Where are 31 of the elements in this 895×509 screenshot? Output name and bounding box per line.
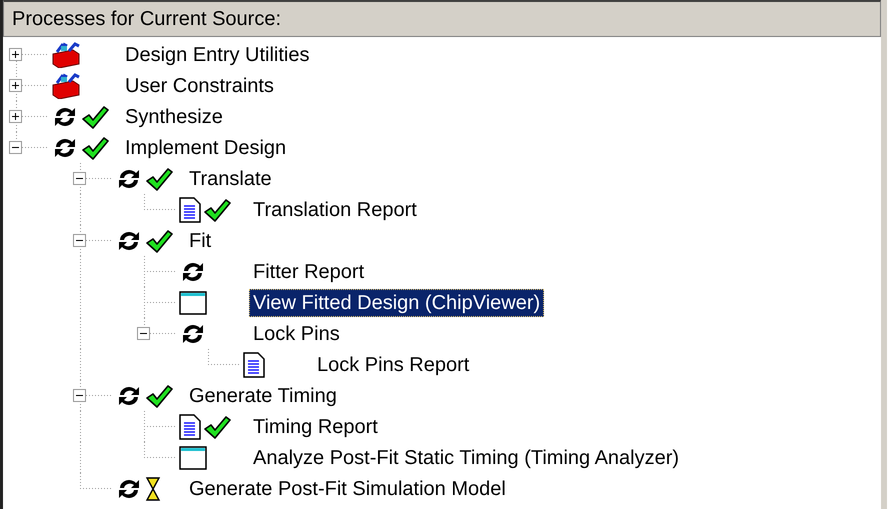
expand-icon[interactable] xyxy=(9,110,22,123)
window-icon xyxy=(179,446,207,470)
document-icon xyxy=(243,352,265,378)
document-icon xyxy=(179,196,201,222)
tree-item[interactable]: Lock Pins xyxy=(249,320,344,348)
window-icon xyxy=(179,290,207,314)
collapse-icon[interactable] xyxy=(9,141,22,154)
panel-title: Processes for Current Source: xyxy=(12,8,281,30)
expand-icon[interactable] xyxy=(9,48,22,61)
collapse-icon[interactable] xyxy=(73,234,86,247)
tree-item[interactable]: Implement Design xyxy=(121,134,290,162)
tree-item[interactable]: Fit xyxy=(185,226,216,254)
toolbox-icon xyxy=(51,72,81,98)
tree-item[interactable]: Translate xyxy=(185,164,276,192)
tree-item[interactable]: Synthesize xyxy=(121,102,227,130)
tree-item[interactable]: Lock Pins Report xyxy=(313,350,474,378)
tree-item[interactable]: Fitter Report xyxy=(249,258,368,286)
collapse-icon[interactable] xyxy=(137,327,150,340)
tree-item[interactable]: Generate Timing xyxy=(185,382,341,410)
tree-item[interactable]: Analyze Post-Fit Static Timing (Timing Analyzer) xyxy=(249,444,684,472)
tree-item[interactable]: Generate Post-Fit Simulation Model xyxy=(185,474,510,502)
tree-item[interactable]: View Fitted Design (ChipViewer) xyxy=(249,288,544,316)
tree-item[interactable]: Timing Report xyxy=(249,412,382,440)
tree-item[interactable]: Design Entry Utilities xyxy=(121,40,314,68)
toolbox-icon xyxy=(51,42,81,68)
tree-item[interactable]: Translation Report xyxy=(249,196,421,224)
collapse-icon[interactable] xyxy=(73,389,86,402)
collapse-icon[interactable] xyxy=(73,172,86,185)
document-icon xyxy=(179,414,201,440)
tree-item[interactable]: User Constraints xyxy=(121,72,278,100)
expand-icon[interactable] xyxy=(9,79,22,92)
